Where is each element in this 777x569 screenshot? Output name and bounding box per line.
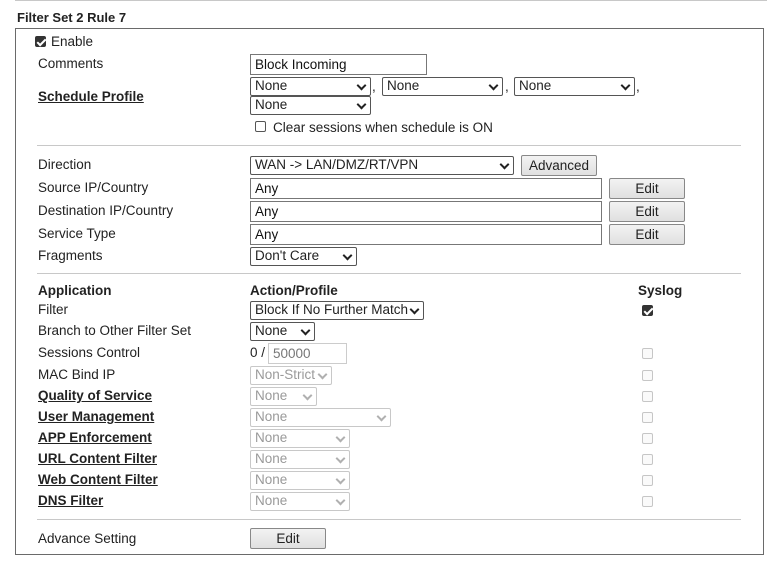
user-management-syslog-checkbox[interactable] (642, 412, 653, 423)
dns-filter-select[interactable]: None (250, 492, 350, 511)
destination-input[interactable]: Any (250, 201, 602, 222)
enable-label: Enable (51, 34, 94, 49)
destination-edit-button[interactable]: Edit (609, 201, 685, 222)
mac-bind-label: MAC Bind IP (38, 367, 116, 382)
fragments-label: Fragments (38, 248, 103, 263)
sessions-syslog-checkbox[interactable] (642, 348, 653, 359)
schedule-profile-link[interactable]: Schedule Profile (38, 88, 144, 106)
fragments-select[interactable]: Don't Care (250, 247, 357, 266)
branch-label: Branch to Other Filter Set (38, 323, 192, 338)
advance-setting-edit-button[interactable]: Edit (250, 528, 326, 549)
comments-label: Comments (38, 56, 104, 71)
url-filter-syslog-checkbox[interactable] (642, 454, 653, 465)
service-type-input[interactable]: Any (250, 224, 602, 245)
url-content-filter-link[interactable]: URL Content Filter (38, 450, 157, 468)
app-enforcement-link[interactable]: APP Enforcement (38, 429, 152, 447)
comments-input[interactable]: Block Incoming (250, 54, 427, 75)
advance-setting-label: Advance Setting (38, 531, 137, 546)
qos-link[interactable]: Quality of Service (38, 387, 152, 405)
source-label: Source IP/Country (38, 180, 149, 195)
web-content-filter-select[interactable]: None (250, 471, 350, 490)
clear-sessions-checkbox[interactable] (255, 121, 266, 132)
qos-syslog-checkbox[interactable] (642, 391, 653, 402)
syslog-header: Syslog (638, 283, 683, 298)
section-divider (37, 273, 741, 274)
filter-syslog-checkbox[interactable] (642, 305, 653, 316)
url-content-filter-select[interactable]: None (250, 450, 350, 469)
filter-label: Filter (38, 302, 68, 317)
sessions-control-label: Sessions Control (38, 345, 141, 360)
dns-filter-link[interactable]: DNS Filter (38, 492, 103, 510)
section-divider (37, 145, 741, 146)
mac-bind-syslog-checkbox[interactable] (642, 370, 653, 381)
dns-filter-syslog-checkbox[interactable] (642, 496, 653, 507)
schedule-select-2[interactable]: None (382, 77, 503, 96)
mac-bind-select[interactable]: Non-Strict (250, 366, 332, 385)
service-type-label: Service Type (38, 226, 116, 241)
direction-select[interactable]: WAN -> LAN/DMZ/RT/VPN (250, 156, 514, 175)
web-filter-syslog-checkbox[interactable] (642, 475, 653, 486)
destination-label: Destination IP/Country (38, 203, 174, 218)
schedule-select-3[interactable]: None (514, 77, 635, 96)
branch-select[interactable]: None (250, 322, 315, 341)
page-title: Filter Set 2 Rule 7 (17, 10, 127, 25)
sessions-current: 0 / (250, 345, 266, 360)
schedule-separator: , (505, 79, 509, 94)
schedule-select-4[interactable]: None (250, 96, 371, 115)
sessions-max-input[interactable]: 50000 (268, 343, 347, 364)
user-management-link[interactable]: User Management (38, 408, 154, 426)
filter-select[interactable]: Block If No Further Match (250, 301, 424, 320)
enable-checkbox[interactable] (35, 36, 46, 47)
user-management-select[interactable]: None (250, 408, 391, 427)
source-edit-button[interactable]: Edit (609, 178, 685, 199)
schedule-separator: , (372, 79, 376, 94)
advanced-button[interactable]: Advanced (521, 155, 597, 176)
app-enforcement-syslog-checkbox[interactable] (642, 433, 653, 444)
web-content-filter-link[interactable]: Web Content Filter (38, 471, 158, 489)
qos-select[interactable]: None (250, 387, 317, 406)
action-profile-header: Action/Profile (250, 283, 338, 298)
direction-label: Direction (38, 157, 92, 172)
source-input[interactable]: Any (250, 178, 602, 199)
section-divider (37, 519, 741, 520)
application-header: Application (38, 283, 112, 298)
clear-sessions-label: Clear sessions when schedule is ON (273, 120, 493, 135)
schedule-separator: , (636, 79, 640, 94)
service-edit-button[interactable]: Edit (609, 224, 685, 245)
schedule-select-1[interactable]: None (250, 77, 371, 96)
app-enforcement-select[interactable]: None (250, 429, 350, 448)
top-divider (15, 0, 767, 1)
